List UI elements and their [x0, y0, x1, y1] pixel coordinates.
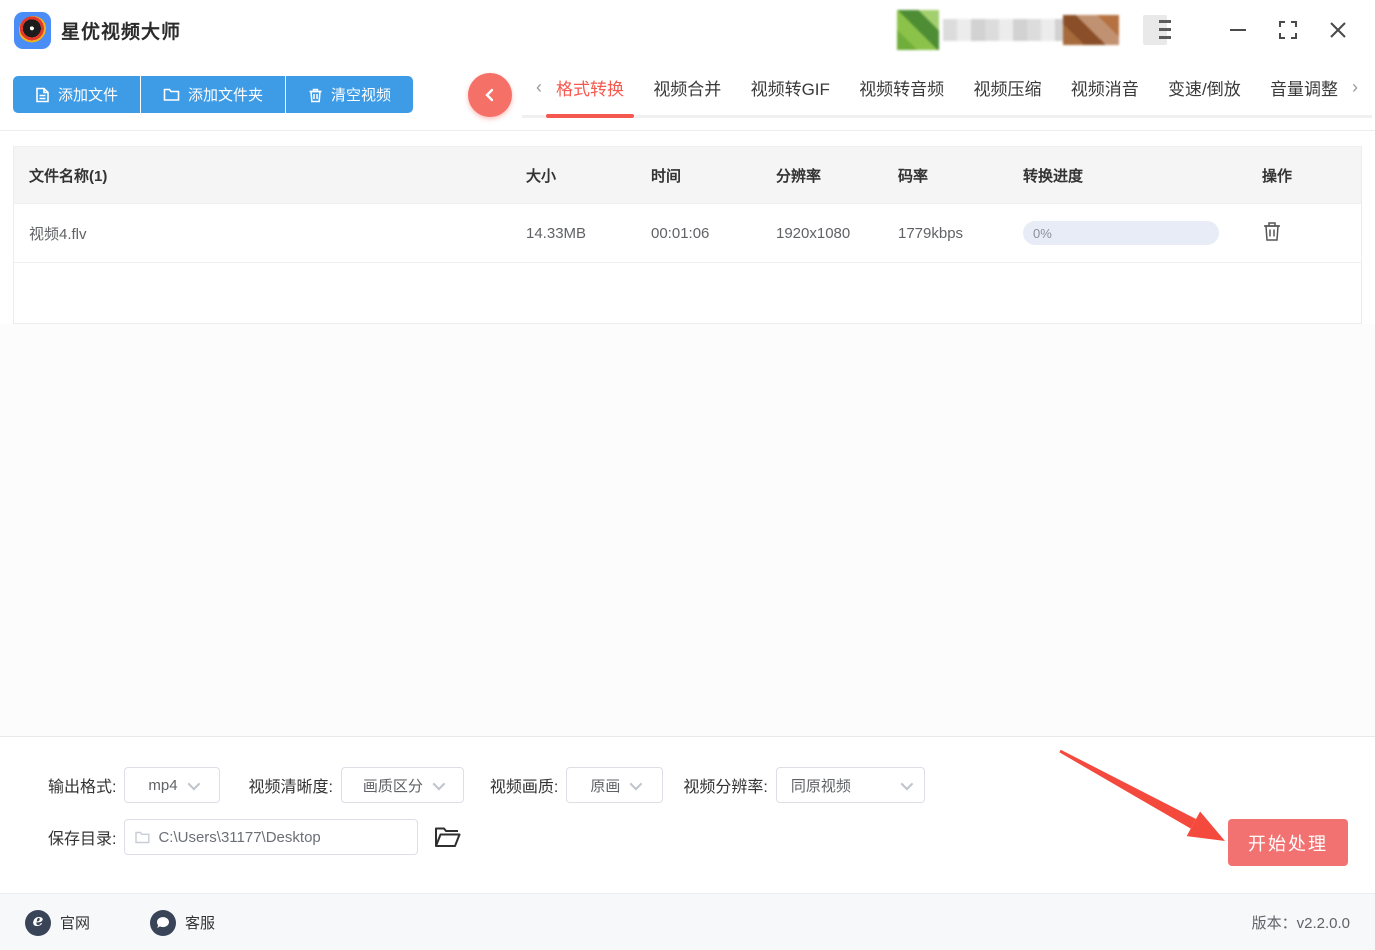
- app-logo-icon: [14, 11, 51, 49]
- browse-folder-button[interactable]: [434, 826, 461, 848]
- progress-bar: 0%: [1023, 221, 1219, 245]
- minimize-icon: [1230, 29, 1246, 31]
- version-text: 版本：v2.2.0.0: [1251, 915, 1350, 932]
- clarity-value: 画质区分: [362, 777, 423, 795]
- back-circle-button[interactable]: [468, 73, 513, 117]
- tab-video-compress[interactable]: 视频压缩: [967, 60, 1047, 115]
- output-format-label: 输出格式:: [48, 779, 117, 796]
- tabs: 格式转换 视频合并 视频转GIF 视频转音频 视频压缩 视频消音 变速/倒放 音…: [546, 60, 1344, 118]
- header-resolution: 分辨率: [776, 167, 822, 185]
- menu-icon-blurred[interactable]: [1143, 15, 1171, 45]
- chat-bubble-icon: [150, 909, 177, 936]
- minimize-button[interactable]: [1225, 17, 1251, 43]
- tab-video-merge[interactable]: 视频合并: [647, 60, 727, 115]
- user-badge-blurred: [1063, 15, 1119, 45]
- header-size: 大小: [526, 167, 557, 185]
- chat-bubble-icon: [157, 917, 170, 928]
- clear-videos-label: 清空视频: [331, 87, 392, 104]
- official-site-link[interactable]: e 官网: [25, 909, 91, 936]
- maximize-icon: [1279, 21, 1297, 39]
- add-folder-button[interactable]: 添加文件夹: [140, 76, 286, 113]
- add-file-label: 添加文件: [58, 87, 119, 104]
- quality-value: 原画: [590, 777, 621, 795]
- delete-row-button[interactable]: [1262, 220, 1282, 242]
- header-duration: 时间: [651, 167, 682, 185]
- cell-duration: 00:01:06: [651, 224, 710, 242]
- tab-speed-reverse[interactable]: 变速/倒放: [1162, 60, 1247, 115]
- tab-video-mute[interactable]: 视频消音: [1065, 60, 1145, 115]
- support-label: 客服: [185, 915, 216, 932]
- tab-video-to-audio[interactable]: 视频转音频: [853, 60, 950, 115]
- add-file-button[interactable]: 添加文件: [13, 76, 141, 113]
- file-icon: [36, 87, 49, 102]
- tab-video-to-gif[interactable]: 视频转GIF: [745, 60, 836, 115]
- resolution-value: 同原视频: [790, 777, 851, 795]
- cell-resolution: 1920x1080: [776, 224, 851, 242]
- tabs-strip: ‹ 格式转换 视频合并 视频转GIF 视频转音频 视频压缩 视频消音 变速/倒放…: [522, 60, 1373, 118]
- clear-videos-button[interactable]: 清空视频: [285, 76, 414, 113]
- clarity-select[interactable]: 画质区分: [340, 767, 464, 803]
- resolution-select[interactable]: 同原视频: [775, 767, 925, 803]
- settings-row-1: 输出格式: mp4 视频清晰度: 画质区分 视频画质: 原画 视频分辨率: 同原…: [48, 767, 1375, 803]
- save-dir-value: C:\Users\31177\Desktop: [158, 828, 321, 846]
- resolution-label: 视频分辨率:: [683, 779, 768, 796]
- chevron-left-icon: [485, 88, 494, 102]
- clarity-label: 视频清晰度:: [248, 779, 333, 796]
- save-dir-input[interactable]: C:\Users\31177\Desktop: [124, 819, 419, 855]
- output-format-select[interactable]: mp4: [124, 767, 221, 803]
- cell-size: 14.33MB: [526, 224, 587, 242]
- output-format-value: mp4: [148, 776, 178, 794]
- file-table: 文件名称(1) 大小 时间 分辨率 码率 转换进度 操作 视频4.flv 14.…: [13, 146, 1362, 324]
- progress-text: 0%: [1033, 225, 1052, 241]
- chevron-down-icon: [900, 777, 914, 790]
- settings-panel: 输出格式: mp4 视频清晰度: 画质区分 视频画质: 原画 视频分辨率: 同原…: [0, 736, 1375, 893]
- browser-icon: e: [25, 909, 51, 936]
- close-button[interactable]: [1325, 17, 1351, 43]
- user-avatar-blurred[interactable]: [897, 10, 939, 50]
- table-row: 视频4.flv 14.33MB 00:01:06 1920x1080 1779k…: [14, 203, 1361, 262]
- close-icon: [1330, 22, 1346, 38]
- content-empty-area: [0, 324, 1375, 736]
- chevron-down-icon: [629, 777, 643, 790]
- save-dir-label: 保存目录:: [48, 831, 117, 848]
- header-bitrate: 码率: [898, 167, 929, 185]
- app-title: 星优视频大师: [61, 21, 182, 43]
- user-name-blurred: [943, 19, 1073, 41]
- header-filename: 文件名称(1): [29, 167, 108, 185]
- quality-select[interactable]: 原画: [566, 767, 664, 803]
- chevron-down-icon: [432, 777, 446, 790]
- tab-volume-adjust[interactable]: 音量调整: [1264, 60, 1344, 115]
- table-empty-row: [14, 262, 1361, 323]
- trash-icon: [309, 88, 322, 102]
- cell-bitrate: 1779kbps: [898, 224, 964, 242]
- start-processing-button[interactable]: 开始处理: [1228, 819, 1348, 866]
- tabs-scroll-left[interactable]: ‹: [528, 77, 550, 98]
- folder-icon: [135, 831, 150, 843]
- app-window: 星优视频大师 添加文件 添加文件夹 清空视频 ‹ 格式转换 视频合并 视频转GI…: [0, 0, 1375, 950]
- cell-filename: 视频4.flv: [29, 225, 87, 243]
- footer: e 官网 客服 版本：v2.2.0.0: [0, 893, 1375, 950]
- file-actions-group: 添加文件 添加文件夹 清空视频: [13, 76, 414, 113]
- add-folder-label: 添加文件夹: [188, 87, 264, 104]
- tab-format-convert[interactable]: 格式转换: [546, 60, 635, 118]
- maximize-button[interactable]: [1275, 17, 1301, 43]
- quality-label: 视频画质:: [489, 779, 559, 796]
- open-folder-icon: [435, 827, 461, 847]
- toolbar-row: 添加文件 添加文件夹 清空视频 ‹ 格式转换 视频合并 视频转GIF 视频转音频…: [0, 60, 1375, 131]
- titlebar: 星优视频大师: [0, 0, 1375, 60]
- trash-icon: [1264, 222, 1280, 241]
- chevron-down-icon: [187, 777, 200, 790]
- table-header: 文件名称(1) 大小 时间 分辨率 码率 转换进度 操作: [14, 147, 1361, 203]
- header-progress: 转换进度: [1023, 167, 1084, 185]
- support-link[interactable]: 客服: [150, 909, 216, 936]
- settings-row-2: 保存目录: C:\Users\31177\Desktop: [48, 819, 1375, 855]
- official-site-label: 官网: [60, 915, 91, 932]
- cell-actions: [1245, 220, 1361, 246]
- tabs-scroll-right[interactable]: ›: [1344, 77, 1366, 98]
- header-actions: 操作: [1262, 167, 1293, 185]
- cell-progress: 0%: [1023, 221, 1245, 245]
- user-account-area[interactable]: [897, 10, 1119, 50]
- camera-lens-icon: [18, 16, 47, 44]
- folder-icon: [163, 88, 180, 101]
